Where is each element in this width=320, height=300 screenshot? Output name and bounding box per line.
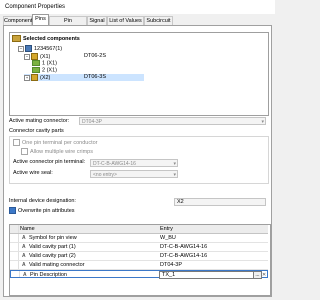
checkbox-icon: [13, 139, 20, 147]
row-entry[interactable]: W_BU: [160, 234, 176, 242]
table-row[interactable]: A Valid cavity part (2) DT-C-B-AWG14-16: [10, 252, 268, 261]
collapse-icon[interactable]: −: [24, 53, 30, 60]
attribute-icon: A: [22, 244, 26, 250]
row-entry[interactable]: DT04-3P: [160, 261, 182, 269]
component-icon: [25, 45, 32, 52]
grid-header: Name Entry: [10, 225, 268, 234]
overwrite-label: Overwrite pin attributes: [18, 208, 75, 214]
grid-header-entry[interactable]: Entry: [160, 225, 173, 233]
allow-multi-checkbox[interactable]: Allow multiple wire crimps: [21, 148, 93, 157]
attribute-icon: A: [22, 262, 26, 268]
allow-multi-label: Allow multiple wire crimps: [30, 149, 93, 155]
tab-pin-assignment[interactable]: Pin Assignment: [49, 16, 87, 33]
cavity-parts-group-label: Connector cavity parts: [9, 128, 64, 134]
tab-subcircuit[interactable]: Subcircuit: [144, 16, 173, 25]
one-pin-label: One pin terminal per conductor: [22, 140, 98, 146]
tree-node-label: 1234567(1): [34, 45, 63, 52]
active-pin-terminal-select[interactable]: DT-C-B-AWG14-16 ▾: [90, 159, 178, 167]
table-row[interactable]: A Symbol for pin view W_BU: [10, 234, 268, 243]
attribute-icon: A: [23, 272, 27, 278]
table-row[interactable]: A Valid mating connector DT04-3P: [10, 261, 268, 270]
active-pin-terminal-value: DT-C-B-AWG14-16: [93, 161, 136, 167]
expand-icon[interactable]: +: [24, 74, 30, 81]
grid-header-spacer: [10, 225, 19, 233]
pin-icon: [32, 60, 40, 66]
row-selector[interactable]: [11, 271, 20, 277]
active-mating-connector-select[interactable]: DT04-3P ▾: [79, 117, 266, 125]
row-name: Valid cavity part (2): [29, 253, 76, 259]
active-wire-seal-value: <no entry>: [93, 172, 117, 178]
active-wire-seal-select[interactable]: <no entry> ▾: [90, 170, 178, 178]
attribute-icon: A: [22, 235, 26, 241]
selected-components-tree[interactable]: Selected components −1234567(1) − (X1) DT…: [9, 32, 269, 116]
attribute-icon: A: [22, 253, 26, 259]
pins-tab-page: Selected components −1234567(1) − (X1) DT…: [3, 25, 272, 297]
title-bar: Component Properties: [0, 0, 275, 14]
ellipsis-button[interactable]: ...: [253, 271, 262, 279]
chevron-down-icon: ▾: [261, 119, 264, 125]
tree-node-x1-part: DT06-2S: [84, 53, 107, 59]
chevron-down-icon: ▾: [173, 161, 176, 167]
active-mating-connector-value: DT04-3P: [82, 119, 103, 125]
checkbox-icon: [21, 148, 28, 156]
tree-node-pin-1[interactable]: 1 (X1): [32, 60, 57, 67]
row-name: Valid cavity part (1): [29, 244, 76, 250]
components-icon: [12, 35, 21, 43]
row-selector[interactable]: [10, 243, 19, 251]
cavity-parts-group: One pin terminal per conductor Allow mul…: [9, 136, 269, 184]
row-selector[interactable]: [10, 234, 19, 242]
connector-icon: [31, 53, 38, 60]
internal-device-label: Internal device designation:: [9, 198, 76, 204]
component-properties-dialog: Component Properties Component Pins Pin …: [0, 0, 275, 300]
tab-list-of-values[interactable]: List of Values: [107, 16, 144, 25]
collapse-icon[interactable]: −: [18, 45, 24, 52]
tab-signal[interactable]: Signal: [87, 16, 107, 25]
tree-header-label: Selected components: [23, 36, 80, 42]
tree-node-component[interactable]: − 1234567(1): [18, 45, 62, 52]
internal-device-field[interactable]: X2: [174, 198, 266, 206]
pin-attributes-grid: Name Entry A Symbol for pin view W_BU A …: [9, 224, 271, 296]
tree-header: Selected components: [12, 35, 80, 43]
row-name: Pin Description: [30, 272, 67, 278]
active-wire-seal-label: Active wire seal:: [13, 170, 53, 176]
row-name: Symbol for pin view: [29, 235, 77, 241]
tree-node-label: 1 (X1): [42, 60, 57, 67]
row-entry[interactable]: DT-C-B-AWG14-16: [160, 252, 207, 260]
row-selector[interactable]: [10, 261, 19, 269]
overwrite-checkbox[interactable]: Overwrite pin attributes: [9, 207, 75, 216]
row-name: Valid mating connector: [29, 262, 85, 268]
tab-strip: Component Pins Pin Assignment Signal Lis…: [3, 14, 272, 33]
tab-component[interactable]: Component: [3, 16, 32, 25]
row-selector[interactable]: [10, 252, 19, 260]
pin-description-input[interactable]: TX_1: [159, 271, 255, 279]
active-mating-connector-label: Active mating connector:: [9, 118, 70, 124]
one-pin-checkbox[interactable]: One pin terminal per conductor: [13, 139, 98, 148]
row-entry[interactable]: DT-C-B-AWG14-16: [160, 243, 207, 251]
tree-node-label: 2 (X1): [42, 67, 57, 74]
grid-header-name[interactable]: Name: [20, 225, 35, 233]
connector-icon: [31, 74, 38, 81]
tree-node-pin-2[interactable]: 2 (X1): [32, 67, 57, 74]
window-title: Component Properties: [5, 4, 66, 10]
checkbox-checked-icon: [9, 207, 16, 215]
tree-node-x2-part: DT06-3S: [84, 74, 107, 80]
close-icon[interactable]: ✕: [262, 271, 266, 279]
tree-node-label: (X2): [40, 74, 51, 81]
pin-icon: [32, 67, 40, 73]
active-pin-terminal-label: Active connector pin terminal:: [13, 159, 86, 165]
tab-pins[interactable]: Pins: [32, 14, 49, 25]
tree-node-x1[interactable]: − (X1): [24, 53, 50, 60]
table-row[interactable]: A Valid cavity part (1) DT-C-B-AWG14-16: [10, 243, 268, 252]
table-row-editing[interactable]: A Pin Description TX_1 ... ✕: [10, 270, 268, 279]
chevron-down-icon: ▾: [173, 172, 176, 178]
